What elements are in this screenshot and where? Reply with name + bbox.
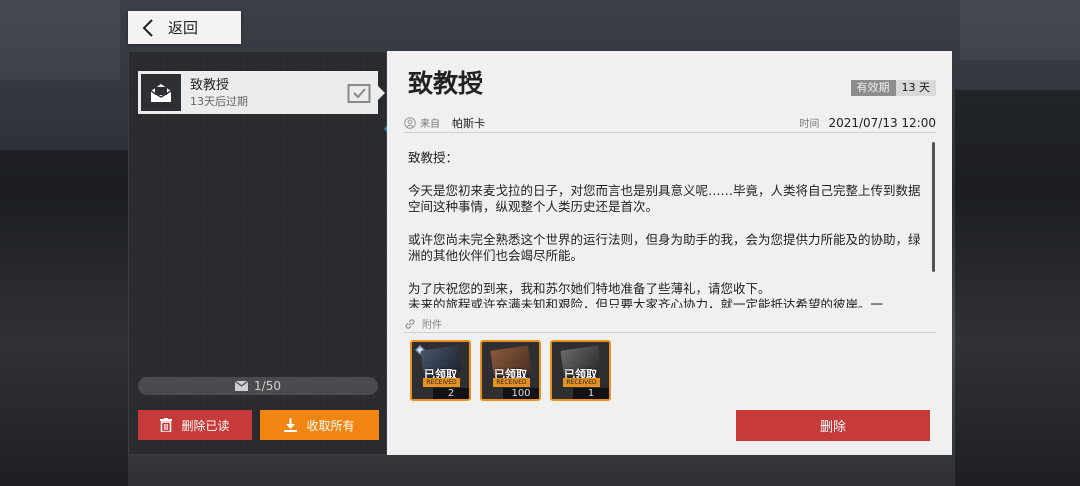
mail-count-bar: 1/50: [138, 377, 378, 395]
user-icon: [404, 116, 416, 129]
back-button[interactable]: 返回: [128, 11, 241, 44]
envelope-open-icon: [141, 74, 181, 111]
mail-title: 致教授: [408, 69, 484, 98]
received-tag: RECEIVED: [563, 378, 600, 387]
mail-greeting: 致教授：: [408, 150, 459, 165]
sent-time: 2021/07/13 12:00: [828, 115, 936, 130]
received-tag: RECEIVED: [493, 378, 530, 387]
download-icon: [284, 418, 298, 432]
mail-paragraph: 未来的旅程或许充满未知和艰险，但只要大家齐心协力，就一定能抵达希望的彼岸。一: [408, 297, 884, 308]
mail-paragraph: 为了庆祝您的到来，我和苏尔她们特地准备了些薄礼，请您收下。: [408, 280, 771, 296]
expiry-badge: 有效期 13 天: [850, 80, 936, 96]
background-decor: [0, 150, 128, 486]
mail-item-title: 致教授: [190, 77, 230, 93]
attachment-item[interactable]: 已领取 RECEIVED 1: [550, 340, 611, 401]
expiry-key: 有效期: [850, 80, 896, 96]
delete-button[interactable]: 删除: [736, 410, 930, 441]
attachment-item[interactable]: 已领取 RECEIVED 2: [410, 340, 471, 401]
background-decor: [955, 90, 1080, 486]
item-quantity: 100: [503, 388, 539, 399]
attachment-item[interactable]: 已领取 RECEIVED 100: [480, 340, 541, 401]
mail-item-expiry: 13天后过期: [190, 94, 248, 108]
received-tag: RECEIVED: [423, 378, 460, 387]
mail-detail-panel: 致教授 有效期 13 天 来自 帕斯卡 时间 2021/07/13 12:00 …: [387, 51, 952, 455]
background-decor: [960, 0, 1080, 60]
collect-all-label: 收取所有: [306, 418, 355, 433]
background-decor: [0, 0, 120, 80]
from-label: 来自: [420, 119, 440, 130]
mail-paragraph: 或许您尚未完全熟悉这个世界的运行法则，但身为助手的我，会为您提供力所能及的协助，…: [408, 231, 921, 264]
mail-count: 1/50: [254, 379, 281, 393]
mail-list-item[interactable]: 致教授 13天后过期: [138, 71, 385, 114]
trash-icon: [160, 418, 173, 432]
claimed-check-icon: [346, 82, 372, 104]
mail-body[interactable]: 致教授： 今天是您初来麦戈拉的日子，对您而言也是别具意义呢……毕竟，人类将自己完…: [408, 150, 926, 308]
mail-list-panel: 致教授 13天后过期 1/50 删除已读 收取所有: [128, 51, 387, 455]
item-quantity: 1: [573, 388, 609, 399]
collect-all-button[interactable]: 收取所有: [260, 410, 379, 440]
link-icon: [404, 318, 416, 330]
envelope-icon: [235, 381, 249, 391]
delete-read-button[interactable]: 删除已读: [138, 410, 252, 440]
mail-body-scrollbar[interactable]: [932, 142, 935, 272]
mail-paragraph: 今天是您初来麦戈拉的日子，对您而言也是别具意义呢……毕竟，人类将自己完整上传到数…: [408, 182, 921, 215]
chevron-left-icon: [128, 18, 168, 37]
delete-read-label: 删除已读: [181, 418, 230, 433]
back-label: 返回: [168, 19, 199, 37]
sender-name: 帕斯卡: [452, 116, 485, 130]
item-quantity: 2: [433, 388, 469, 399]
mail-meta-row: 来自 帕斯卡 时间 2021/07/13 12:00: [404, 113, 936, 133]
expiry-value: 13 天: [895, 80, 936, 96]
attachments-label: 附件: [422, 320, 442, 331]
attachments-header: 附件: [404, 315, 936, 333]
delete-label: 删除: [819, 420, 846, 435]
time-label: 时间: [799, 119, 820, 130]
